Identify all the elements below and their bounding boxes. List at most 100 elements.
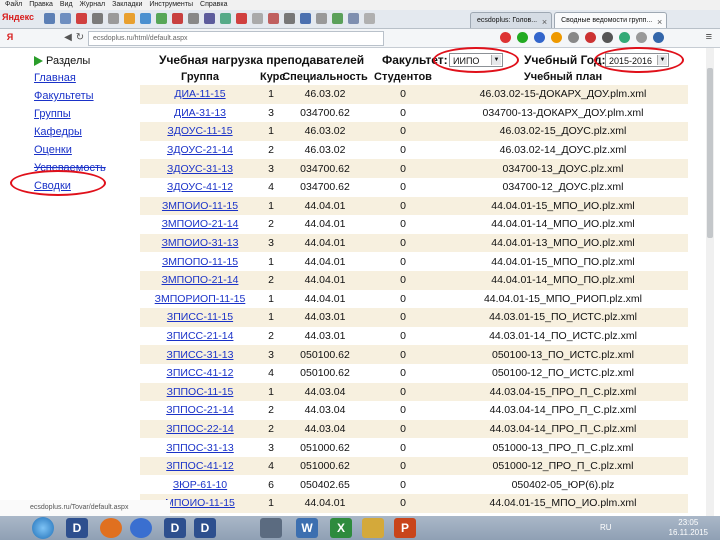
browser-icon[interactable]: [130, 518, 152, 538]
menu-item[interactable]: Вид: [60, 1, 73, 8]
bookmark-icon[interactable]: [348, 13, 359, 24]
group-link[interactable]: ЗПИСС-41-12: [167, 367, 234, 379]
bookmark-icon[interactable]: [188, 13, 199, 24]
group-link[interactable]: ЗДОУС-31-13: [167, 163, 233, 175]
bookmark-icon[interactable]: [364, 13, 375, 24]
back-icon[interactable]: ◀: [62, 32, 74, 43]
group-link[interactable]: ЗМПОИО-31-13: [162, 237, 239, 249]
explorer-icon[interactable]: [362, 518, 384, 538]
taskbar-app-icon[interactable]: [260, 518, 282, 538]
sidebar-item-faculties[interactable]: Факультеты: [34, 87, 144, 105]
bookmark-icon[interactable]: [316, 13, 327, 24]
menu-item[interactable]: Файл: [5, 1, 22, 8]
sidebar-item-grades[interactable]: Оценки: [34, 141, 144, 159]
bookmark-icon[interactable]: [172, 13, 183, 24]
bookmark-icon[interactable]: [92, 13, 103, 24]
bookmark-icon[interactable]: [268, 13, 279, 24]
menu-item[interactable]: Закладки: [112, 1, 142, 8]
excel-icon[interactable]: X: [330, 518, 352, 538]
bookmark-icon[interactable]: [108, 13, 119, 24]
sidebar-item-groups[interactable]: Группы: [34, 105, 144, 123]
group-link[interactable]: ДИА-11-15: [174, 88, 225, 100]
browser-menu-icon[interactable]: ≡: [706, 31, 712, 43]
firefox-icon[interactable]: [100, 518, 122, 538]
students-cell: 0: [400, 478, 406, 491]
table-row: ЗМПОИО-11-15 1 44.04.01 0 44.04.01-15_МПО_ИО…: [140, 196, 688, 216]
bookmark-icon[interactable]: [252, 13, 263, 24]
group-link[interactable]: ЗПИСС-31-13: [167, 349, 234, 361]
extension-icon[interactable]: [653, 32, 664, 43]
group-link[interactable]: ЗЮР-61-10: [173, 479, 227, 491]
group-link[interactable]: ЗМПОПО-11-15: [162, 256, 238, 268]
scrollbar-thumb[interactable]: [707, 68, 713, 238]
mail-icon[interactable]: [76, 13, 87, 24]
close-icon[interactable]: ×: [542, 15, 547, 28]
extension-icon[interactable]: [534, 32, 545, 43]
bookmark-icon[interactable]: [220, 13, 231, 24]
tab-summary[interactable]: Сводные ведомости групп... ×: [554, 12, 668, 28]
menu-item[interactable]: Журнал: [80, 1, 106, 8]
bookmark-icon[interactable]: [60, 13, 71, 24]
extension-icon[interactable]: [551, 32, 562, 43]
curriculum-cell: 034700-12_ДОУС.plz.xml: [502, 181, 624, 194]
bookmark-icon[interactable]: [140, 13, 151, 24]
group-link[interactable]: ЗДОУС-11-15: [167, 125, 232, 137]
extension-icon[interactable]: [568, 32, 579, 43]
group-link[interactable]: ЗМПОИО-21-14: [162, 218, 239, 230]
bookmark-icon[interactable]: [332, 13, 343, 24]
extension-icon[interactable]: [602, 32, 613, 43]
group-link[interactable]: ЗМПОРИОП-11-15: [155, 293, 246, 305]
extension-icon[interactable]: [500, 32, 511, 43]
group-link[interactable]: ЗПИСС-21-14: [167, 330, 234, 342]
group-cell: ДИА-31-13: [140, 107, 260, 119]
start-button[interactable]: [32, 517, 54, 539]
bookmark-icon[interactable]: [300, 13, 311, 24]
group-cell: ЗППОС-22-14: [140, 423, 260, 435]
group-link[interactable]: ЗППОС-22-14: [166, 423, 234, 435]
close-icon[interactable]: ×: [657, 15, 662, 28]
vertical-scrollbar[interactable]: [706, 48, 714, 516]
curriculum-cell: 44.04.01-15_МПО_ПО.plz.xml: [491, 255, 635, 268]
word-icon[interactable]: W: [296, 518, 318, 538]
language-indicator[interactable]: RU: [600, 523, 612, 532]
group-link[interactable]: ЗМПОИО-11-15: [162, 200, 238, 212]
bookmark-icon[interactable]: [284, 13, 295, 24]
taskbar-app-icon[interactable]: D: [194, 518, 216, 538]
group-link[interactable]: ЗППОС-21-14: [166, 404, 234, 416]
group-link[interactable]: МПОИО-11-15: [165, 497, 235, 509]
group-link[interactable]: ЗДОУС-41-12: [167, 181, 233, 193]
course-cell: 2: [268, 218, 274, 231]
yandex-logo-icon[interactable]: Я: [4, 32, 16, 42]
group-link[interactable]: ДИА-31-13: [174, 107, 226, 119]
group-link[interactable]: ЗППОС-41-12: [166, 460, 234, 472]
extension-icon[interactable]: [585, 32, 596, 43]
group-link[interactable]: ЗДОУС-21-14: [167, 144, 233, 156]
bookmark-icon[interactable]: [204, 13, 215, 24]
group-link[interactable]: ЗППОС-31-13: [166, 442, 234, 454]
extension-icon[interactable]: [517, 32, 528, 43]
menu-item[interactable]: Справка: [200, 1, 227, 8]
bookmark-icon[interactable]: [236, 13, 247, 24]
check-icon[interactable]: [156, 13, 167, 24]
reload-icon[interactable]: ↻: [74, 32, 86, 43]
address-bar[interactable]: ecsdoplus.ru/html/default.aspx: [88, 31, 384, 46]
clock[interactable]: 23:05 16.11.2015: [669, 518, 708, 538]
bookmark-icon[interactable]: [124, 13, 135, 24]
yandex-brand[interactable]: Яндекс: [2, 12, 34, 22]
sidebar-item-departments[interactable]: Кафедры: [34, 123, 144, 141]
taskbar-app-icon[interactable]: D: [66, 518, 88, 538]
powerpoint-icon[interactable]: P: [394, 518, 416, 538]
extension-icon[interactable]: [619, 32, 630, 43]
students-cell: 0: [400, 367, 406, 380]
tab-ecsdoplus[interactable]: ecsdoplus: Голов... ×: [470, 12, 553, 28]
taskbar-app-icon[interactable]: D: [164, 518, 186, 538]
extension-icon[interactable]: [636, 32, 647, 43]
group-link[interactable]: ЗППОС-11-15: [167, 386, 234, 398]
sidebar-item-main[interactable]: Главная: [34, 69, 144, 87]
group-link[interactable]: ЗПИСС-11-15: [167, 311, 233, 323]
group-link[interactable]: ЗМПОПО-21-14: [162, 274, 239, 286]
menu-item[interactable]: Инструменты: [149, 1, 193, 8]
sidebar-heading-label: Разделы: [46, 55, 91, 67]
bookmark-icon[interactable]: [44, 13, 55, 24]
menu-item[interactable]: Правка: [29, 1, 53, 8]
